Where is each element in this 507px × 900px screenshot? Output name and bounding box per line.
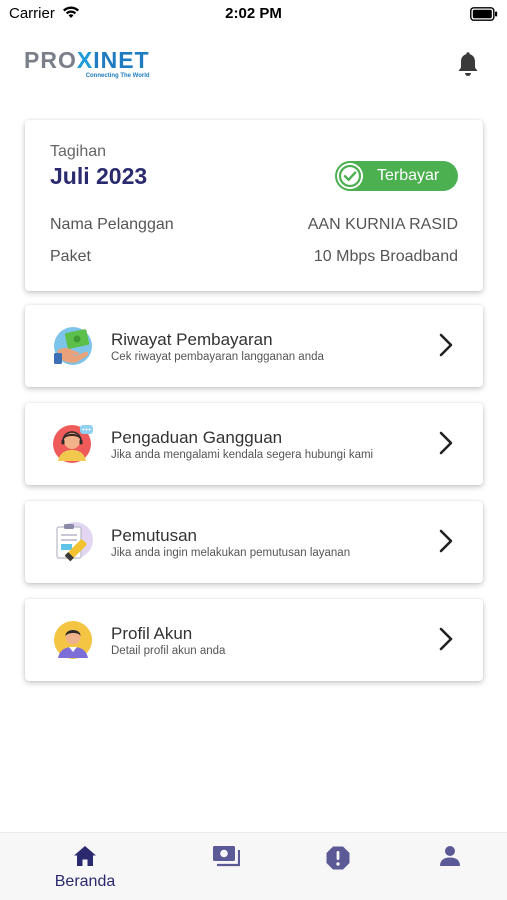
bill-label: Tagihan (50, 143, 107, 160)
status-badge: Terbayar (335, 161, 458, 191)
menu-subtitle: Detail profil akun anda (111, 645, 226, 657)
bill-period: Juli 2023 (50, 163, 148, 189)
chevron-right-icon (439, 627, 453, 656)
chevron-right-icon (439, 529, 453, 558)
payment-icon (212, 845, 241, 872)
menu-subtitle: Jika anda ingin melakukan pemutusan laya… (111, 547, 351, 559)
bottom-navigation: Beranda (0, 832, 507, 900)
check-circle-icon (337, 163, 363, 189)
proxinet-logo: PROXINET Connecting The World (24, 48, 150, 79)
battery-icon (470, 7, 498, 25)
complaint-agent-icon (52, 423, 94, 465)
logo-text-pro: PRO (24, 47, 77, 73)
menu-subtitle: Cek riwayat pembayaran langganan anda (111, 351, 324, 363)
status-time: 2:02 PM (225, 5, 282, 22)
customer-name-value: AAN KURNIA RASID (307, 216, 458, 233)
menu-profile[interactable]: Profil Akun Detail profil akun anda (25, 599, 483, 681)
nav-payment[interactable] (176, 833, 276, 900)
chevron-right-icon (439, 333, 453, 362)
package-label: Paket (50, 248, 91, 265)
menu-subtitle: Jika anda mengalami kendala segera hubun… (111, 449, 374, 461)
status-bar: Carrier 2:02 PM (0, 0, 507, 28)
chevron-right-icon (439, 431, 453, 460)
menu-title: Riwayat Pembayaran (111, 330, 273, 349)
menu-title: Pengaduan Gangguan (111, 428, 283, 447)
payment-history-icon (52, 325, 94, 367)
nav-alert[interactable] (288, 833, 388, 900)
app-header: PROXINET Connecting The World (0, 40, 507, 96)
logo-tagline: Connecting The World (85, 73, 150, 79)
profile-avatar-icon (52, 619, 94, 661)
nav-home-label: Beranda (54, 873, 116, 890)
bill-card: Tagihan Juli 2023 Terbayar Nama Pelangga… (25, 120, 483, 291)
menu-title: Profil Akun (111, 624, 193, 643)
menu-payment-history[interactable]: Riwayat Pembayaran Cek riwayat pembayara… (25, 305, 483, 387)
logo-text-x: X (76, 47, 94, 73)
termination-document-icon (52, 521, 94, 563)
home-icon (73, 845, 97, 872)
package-value: 10 Mbps Broadband (313, 248, 458, 265)
menu-title: Pemutusan (111, 526, 197, 545)
status-badge-label: Terbayar (377, 167, 440, 184)
menu-complaint[interactable]: Pengaduan Gangguan Jika anda mengalami k… (25, 403, 483, 485)
alert-icon (325, 845, 351, 876)
nav-profile[interactable] (400, 833, 500, 900)
nav-home[interactable]: Beranda (35, 833, 135, 900)
menu-termination[interactable]: Pemutusan Jika anda ingin melakukan pemu… (25, 501, 483, 583)
user-icon (439, 845, 461, 872)
logo-text-net: INET (93, 47, 150, 73)
bell-icon[interactable] (456, 52, 480, 83)
customer-name-label: Nama Pelanggan (50, 216, 174, 233)
